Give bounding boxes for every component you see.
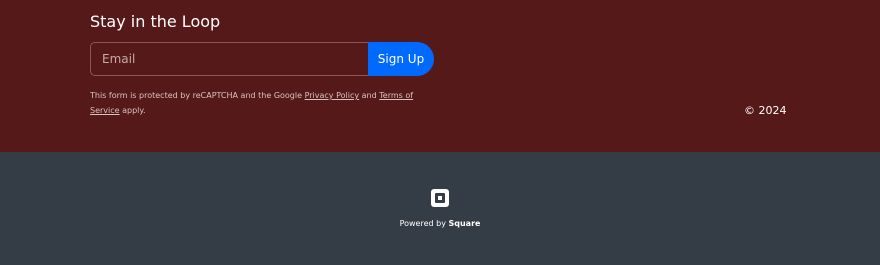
recaptcha-notice-prefix: This form is protected by reCAPTCHA and … xyxy=(90,91,303,100)
email-input[interactable] xyxy=(90,42,368,76)
recaptcha-notice: This form is protected by reCAPTCHA and … xyxy=(90,88,420,118)
newsletter-form: Sign Up xyxy=(90,42,434,76)
powered-by-label: Powered by xyxy=(399,219,446,228)
copyright-text: © 2024 xyxy=(744,104,787,117)
newsletter-footer: Stay in the Loop Sign Up This form is pr… xyxy=(0,0,880,152)
square-logo-icon[interactable] xyxy=(431,189,449,207)
square-brand-name: Square xyxy=(448,219,481,228)
privacy-policy-link[interactable]: Privacy Policy xyxy=(305,91,360,100)
newsletter-title: Stay in the Loop xyxy=(90,12,221,31)
sign-up-button[interactable]: Sign Up xyxy=(368,42,434,76)
recaptcha-notice-and: and xyxy=(361,91,377,100)
powered-by-square[interactable]: Powered by Square xyxy=(0,218,880,230)
powered-by-footer: Powered by Square xyxy=(0,152,880,265)
recaptcha-notice-suffix: apply. xyxy=(122,106,146,115)
